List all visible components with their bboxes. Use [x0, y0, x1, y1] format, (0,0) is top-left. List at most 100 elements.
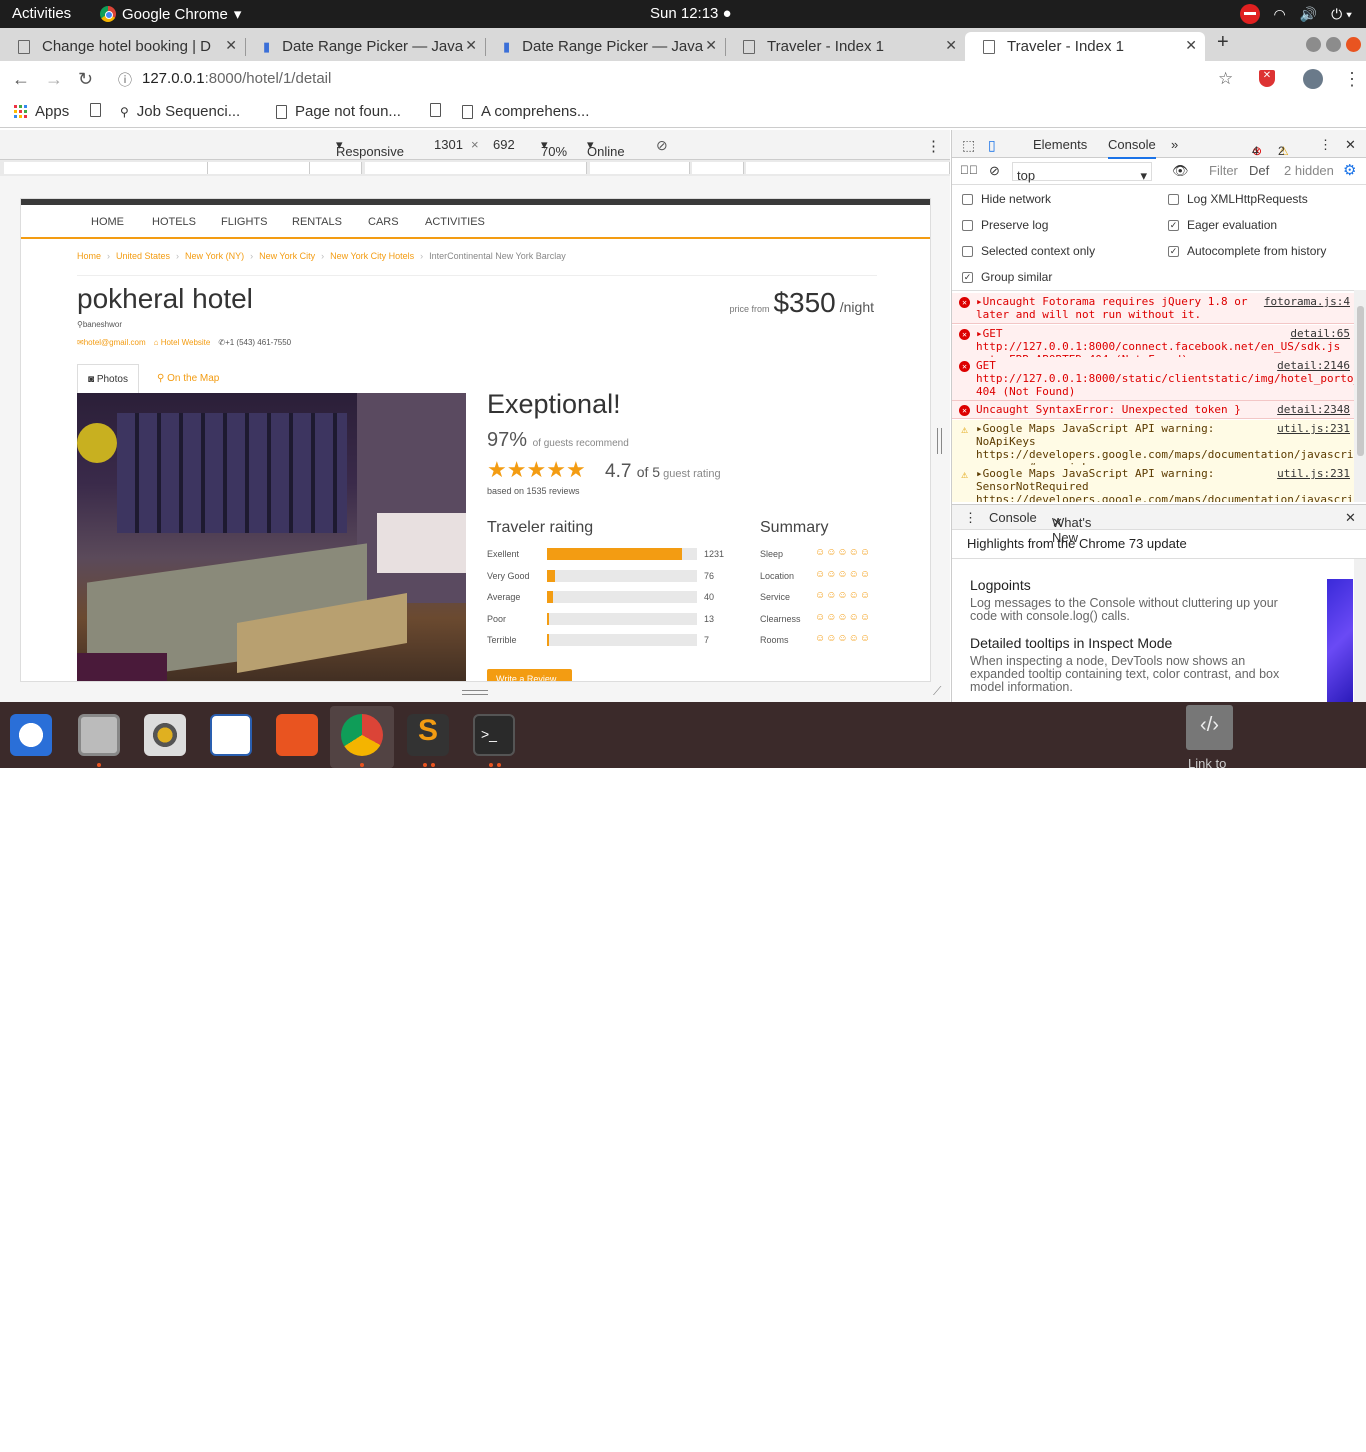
eye-icon[interactable]: 👁 [1172, 163, 1189, 179]
clock[interactable]: Sun 12:13 ● [650, 5, 732, 22]
opt-eager-eval[interactable]: ✓ Eager evaluation [1168, 218, 1277, 232]
opt-hide-network[interactable]: Hide network [962, 192, 1051, 206]
power-icon[interactable]: ⏻ ▾ [1331, 6, 1352, 23]
drawer-tab-console[interactable]: Console [989, 510, 1037, 525]
bookmark-comprehensive[interactable]: A comprehens... [462, 103, 589, 120]
sublime-icon[interactable]: S [407, 714, 449, 756]
close-icon[interactable]: ✕ [945, 37, 957, 54]
drawer-menu-icon[interactable]: ⋮ [964, 510, 977, 526]
crumb-country[interactable]: United States [116, 251, 170, 261]
more-options-icon[interactable]: ⋮ [926, 137, 941, 155]
console-warning[interactable]: ⚠ util.js:231 ▸Google Maps JavaScript API … [952, 465, 1354, 502]
bookmark-blank[interactable] [90, 103, 101, 117]
tab-date-range-picker-2[interactable]: ▮ Date Range Picker — Java ✕ [485, 32, 725, 61]
filter-input[interactable]: Filter [1209, 163, 1238, 178]
thunderbird-icon[interactable] [10, 714, 52, 756]
crumb-home[interactable]: Home [77, 251, 101, 261]
nav-home[interactable]: HOME [91, 216, 124, 228]
opt-log-xhr[interactable]: Log XMLHttpRequests [1168, 192, 1308, 206]
tab-elements[interactable]: Elements [1033, 137, 1087, 152]
opt-selected-context[interactable]: Selected context only [962, 244, 1095, 258]
source-link[interactable]: detail:2146 [1277, 359, 1350, 372]
bookmark-page-not-found[interactable]: Page not foun... [276, 103, 401, 120]
rotate-icon[interactable]: ⊘ [656, 137, 668, 154]
network-select[interactable]: Online ▾ [587, 137, 625, 159]
sidebar-toggle-icon[interactable]: ▶⃞ [960, 163, 978, 177]
bookmark-apps[interactable]: Apps [14, 103, 69, 120]
drawer-scrollbar[interactable] [1354, 559, 1366, 703]
inspect-icon[interactable]: ⬚ [962, 137, 975, 154]
hotel-email[interactable]: ✉hotel@gmail.com [77, 338, 146, 347]
console-scrollbar[interactable] [1354, 290, 1366, 502]
chrome-icon[interactable] [341, 714, 383, 756]
source-link[interactable]: util.js:231 [1277, 467, 1350, 480]
new-tab-button[interactable]: + [1217, 31, 1229, 54]
desktop-link-icon[interactable]: ‹/› [1186, 705, 1233, 750]
write-review-button[interactable]: Write a Review [487, 669, 572, 681]
info-icon[interactable]: ⓘ [118, 70, 132, 90]
device-height-input[interactable]: 692 [493, 137, 515, 152]
checkbox-checked[interactable]: ✓ [1168, 245, 1179, 257]
terminal-icon[interactable]: >_ [473, 714, 515, 756]
opt-group-similar[interactable]: ✓ Group similar [962, 270, 1052, 284]
nav-flights[interactable]: FLIGHTS [221, 216, 267, 228]
console-error[interactable]: ✕ detail:2146 GET http://127.0.0.1:8000/st… [952, 357, 1354, 401]
tab-traveler-index-1[interactable]: Traveler - Index 1 ✕ [725, 32, 965, 61]
activities-button[interactable]: Activities [12, 5, 71, 22]
maximize-button[interactable] [1326, 37, 1341, 52]
nav-hotels[interactable]: HOTELS [152, 216, 196, 228]
opt-preserve-log[interactable]: Preserve log [962, 218, 1048, 232]
writer-icon[interactable] [210, 714, 252, 756]
checkbox[interactable] [962, 219, 973, 231]
crumb-city-hotels[interactable]: New York City Hotels [330, 251, 414, 261]
source-link[interactable]: fotorama.js:4 [1264, 295, 1350, 308]
media-query-ruler[interactable] [0, 160, 950, 176]
device-mode-select[interactable]: Responsive ▾ [336, 137, 404, 159]
bookmark-star-icon[interactable]: ☆ [1218, 69, 1233, 89]
resize-corner-icon[interactable]: ⟋ [933, 684, 941, 699]
whats-new-item-title[interactable]: Logpoints [970, 577, 1031, 593]
checkbox[interactable] [1168, 193, 1179, 205]
wifi-icon[interactable]: ◠ [1274, 6, 1286, 23]
console-error[interactable]: ✕ fotorama.js:4 ▸Uncaught Fotorama require… [952, 293, 1354, 324]
extension-shield-icon[interactable]: ✕ [1259, 70, 1275, 87]
menu-dots-icon[interactable]: ⋮ [1343, 69, 1361, 90]
update-icon[interactable] [1239, 4, 1260, 24]
checkbox[interactable] [962, 245, 973, 257]
clear-console-icon[interactable]: ⊘ [989, 163, 1000, 179]
tab-photos[interactable]: ◙ Photos [77, 364, 139, 394]
context-select[interactable]: top ▾ [1012, 162, 1152, 183]
hotel-website-link[interactable]: ⌂ Hotel Website [154, 338, 211, 347]
close-icon[interactable]: ✕ [1185, 37, 1197, 54]
nav-activities[interactable]: ACTIVITIES [425, 216, 485, 228]
forward-icon[interactable]: → [45, 69, 63, 90]
nav-rentals[interactable]: RENTALS [292, 216, 342, 228]
files-icon[interactable] [78, 714, 120, 756]
close-icon[interactable]: ✕ [1052, 515, 1063, 531]
reload-icon[interactable]: ↻ [78, 69, 93, 90]
minimize-button[interactable] [1306, 37, 1321, 52]
tab-traveler-index-1-active[interactable]: Traveler - Index 1 ✕ [965, 32, 1205, 61]
settings-gear-icon[interactable]: ⚙ [1343, 161, 1356, 179]
source-link[interactable]: detail:65 [1290, 327, 1350, 340]
checkbox[interactable] [962, 193, 973, 205]
rhythmbox-icon[interactable] [144, 714, 186, 756]
close-icon[interactable]: ✕ [1345, 137, 1356, 153]
system-tray[interactable]: ◠ 🔊 ⏻ ▾ [1239, 4, 1352, 24]
close-icon[interactable]: ✕ [225, 37, 237, 54]
software-icon[interactable] [276, 714, 318, 756]
device-toggle-icon[interactable]: ▯ [988, 137, 996, 154]
crumb-state[interactable]: New York (NY) [185, 251, 244, 261]
tab-change-hotel-booking[interactable]: Change hotel booking | D ✕ [0, 32, 245, 61]
show-applications-icon[interactable] [1318, 1422, 1348, 1452]
device-width-input[interactable]: 1301 [434, 137, 463, 152]
console-error[interactable]: ✕ detail:2348 Uncaught SyntaxError: Unexpe… [952, 401, 1354, 419]
close-drawer-icon[interactable]: ✕ [1345, 510, 1356, 526]
bookmark-blank-2[interactable] [430, 103, 441, 117]
source-link[interactable]: detail:2348 [1277, 403, 1350, 416]
whats-new-item-title[interactable]: Detailed tooltips in Inspect Mode [970, 635, 1172, 651]
close-window-button[interactable] [1346, 37, 1361, 52]
more-tabs-icon[interactable]: » [1171, 137, 1178, 152]
resize-handle-right[interactable] [937, 428, 942, 454]
devtools-menu-icon[interactable]: ⋮ [1319, 137, 1332, 153]
